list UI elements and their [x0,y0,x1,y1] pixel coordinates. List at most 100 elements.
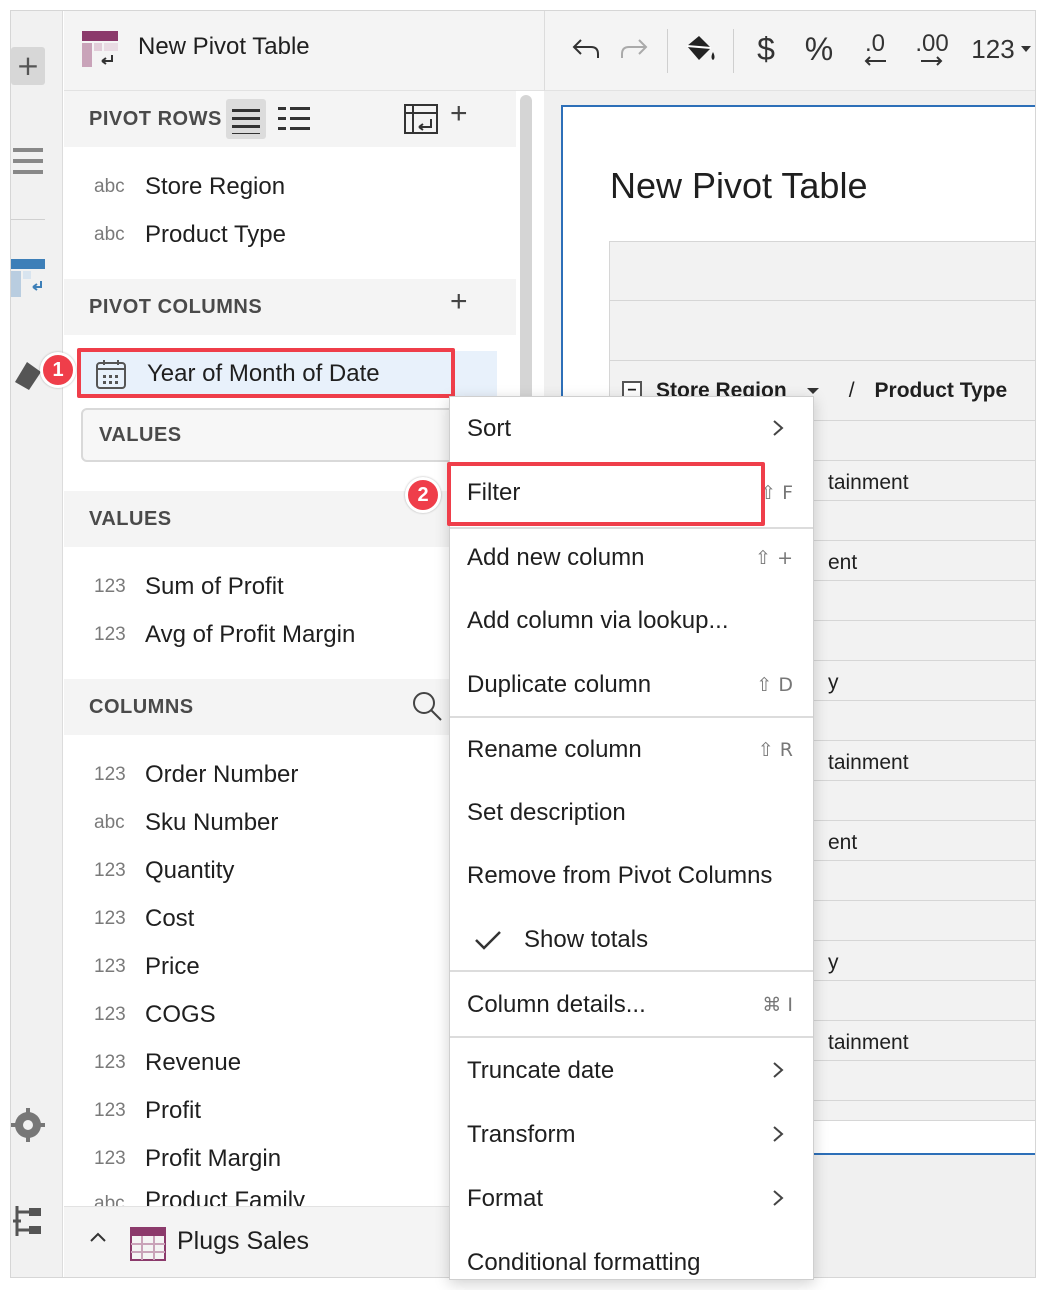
arrow-right-icon [921,56,943,66]
column-item[interactable]: 123 Order Number [94,755,298,795]
field-type: 123 [94,1148,126,1169]
pivot-row-item[interactable]: abc Store Region [94,167,285,207]
search-icon [413,692,442,721]
add-element-button[interactable]: + [11,47,45,85]
menu-item-duplicate-column[interactable]: Duplicate column ⇧ D [450,657,813,713]
fill-color-button[interactable] [681,29,721,69]
column-item[interactable]: 123 Revenue [94,1043,241,1083]
data-source-name: Plugs Sales [177,1227,310,1255]
pivot-row-item[interactable]: abc Product Type [94,215,286,255]
redo-button[interactable] [617,29,651,69]
field-name: Avg of Profit Margin [145,621,356,648]
menu-item-label: Add new column [467,544,645,571]
menu-item-label: Format [467,1185,544,1212]
step-2-badge: 2 [405,477,441,513]
row-header-product-type[interactable]: Product Type [875,379,1008,403]
add-pivot-row-button[interactable]: + [450,97,468,131]
menu-item-shortcut: ⌘ I [762,994,793,1016]
field-name: COGS [145,1001,216,1028]
field-type: 123 [94,860,126,881]
menu-item-truncate-date[interactable]: Truncate date [450,1043,813,1099]
field-type: 123 [94,624,126,645]
field-type: 123 [94,576,126,597]
column-item[interactable]: abc Sku Number [94,803,278,843]
indent-lines-icon [278,107,310,130]
pivot-table-title: New Pivot Table [610,165,868,206]
pivot-rows-header: PIVOT ROWS + [64,91,516,147]
increase-decimal-label: .00 [915,30,949,57]
table-icon [130,1227,166,1261]
percent-format-button[interactable]: % [799,29,839,69]
grid-cell: y [828,951,839,974]
list-lines-icon [232,109,260,134]
menu-item-add-column-via-lookup[interactable]: Add column via lookup... [450,593,813,649]
field-name: Store Region [145,173,286,200]
menu-item-label: Show totals [524,926,649,953]
column-item[interactable]: 123 COGS [94,995,216,1035]
hierarchy-icon[interactable] [11,1199,45,1243]
field-name: Order Number [145,761,299,788]
columns-label: COLUMNS [89,695,194,718]
number-format-label: 123 [971,33,1015,64]
step-2-highlight [447,462,765,526]
search-columns-button[interactable] [410,689,444,729]
menu-item-shortcut: ⇧ D [756,674,793,696]
field-name: Profit Margin [145,1145,282,1172]
field-type: 123 [94,1100,126,1121]
field-type: 123 [94,1052,126,1073]
column-item[interactable]: 123 Profit [94,1091,201,1131]
values-drop-zone[interactable]: VALUES [81,408,461,462]
list-view-button[interactable] [226,99,266,139]
currency-format-button[interactable]: $ [749,29,783,69]
menu-item-add-new-column[interactable]: Add new column ⇧ + [450,530,813,586]
panel-title: New Pivot Table [138,33,310,60]
menu-item-label: Transform [467,1121,576,1148]
menu-item-rename-column[interactable]: Rename column ⇧ R [450,722,813,778]
indented-view-button[interactable] [274,99,314,139]
undo-icon [572,39,599,58]
column-item[interactable]: 123 Profit Margin [94,1139,281,1179]
menu-item-shortcut: ⇧ F [760,482,793,504]
decrease-decimal-button[interactable]: .0 [855,29,895,69]
arrow-left-icon [864,56,886,66]
menu-item-set-description[interactable]: Set description [450,785,813,841]
column-item[interactable]: 123 Quantity [94,851,234,891]
field-type: abc [94,224,125,245]
column-item[interactable]: 123 Price [94,947,200,987]
field-type: 123 [94,956,126,977]
left-rail: + [11,11,63,1277]
chevron-right-icon [771,1056,785,1087]
menu-item-conditional-formatting[interactable]: Conditional formatting [450,1235,813,1279]
menu-item-transform[interactable]: Transform [450,1107,813,1163]
add-pivot-column-button[interactable]: + [450,285,468,319]
field-type: abc [94,176,125,197]
panel-scrollbar[interactable] [520,95,532,425]
increase-decimal-button[interactable]: .00 [909,29,955,69]
menu-item-remove-from-pivot-columns[interactable]: Remove from Pivot Columns [450,848,813,904]
field-type: 123 [94,1004,126,1025]
settings-gear-icon[interactable] [11,1103,45,1147]
value-item[interactable]: 123 Avg of Profit Margin [94,615,355,655]
caret-down-icon[interactable] [805,386,821,396]
menu-item-column-details[interactable]: Column details... ⌘ I [450,977,813,1033]
pivot-rows-label: PIVOT ROWS [89,107,222,130]
column-item[interactable]: 123 Cost [94,899,194,939]
field-name: Cost [145,905,195,932]
menu-lines-icon[interactable] [11,139,45,183]
undo-button[interactable] [569,29,603,69]
menu-item-label: Column details... [467,991,646,1018]
menu-item-sort[interactable]: Sort [450,401,813,457]
step-1-highlight [77,348,455,398]
column-context-menu: Sort Filter ⇧ F Add new column ⇧ + Add c… [449,396,814,1280]
value-item[interactable]: 123 Sum of Profit [94,567,284,607]
field-name: Revenue [145,1049,242,1076]
grid-cell: tainment [828,1031,909,1054]
pivot-table-icon[interactable] [11,253,45,303]
chevron-up-icon[interactable] [88,1225,108,1253]
menu-item-format[interactable]: Format [450,1171,813,1227]
number-format-dropdown[interactable]: 123 [969,29,1035,69]
field-type: abc [94,812,125,833]
menu-item-show-totals[interactable]: Show totals [450,912,813,968]
pivot-layout-button[interactable] [401,99,441,139]
paint-bucket-icon [686,36,715,60]
